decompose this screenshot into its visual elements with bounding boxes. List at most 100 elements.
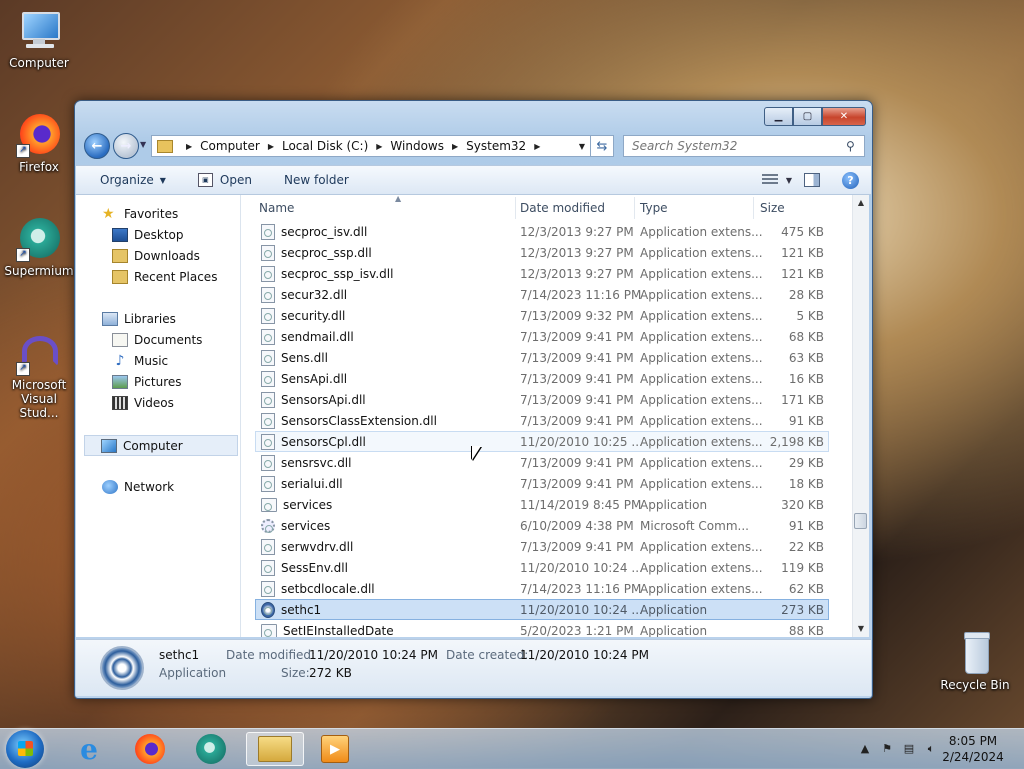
scrollbar-thumb[interactable] xyxy=(854,513,867,529)
address-dropdown[interactable]: ▼ xyxy=(574,142,590,151)
new-folder-button[interactable]: New folder xyxy=(262,166,359,194)
file-row[interactable]: Sens.dll 7/13/2009 9:41 PM Application ext… xyxy=(255,347,829,368)
nav-network[interactable]: Network xyxy=(102,480,174,494)
crumb-local-disk[interactable]: Local Disk (C:) xyxy=(282,139,368,153)
file-row[interactable]: SensApi.dll 7/13/2009 9:41 PM Application … xyxy=(255,368,829,389)
search-icon[interactable]: ⚲ xyxy=(846,139,855,153)
taskbar-ie[interactable]: e xyxy=(62,732,116,766)
nav-music[interactable]: ♪ Music xyxy=(112,354,169,368)
taskbar-firefox[interactable] xyxy=(123,732,177,766)
column-header-date[interactable]: Date modified xyxy=(520,197,635,219)
maximize-button[interactable]: ▢ xyxy=(793,107,822,126)
organize-button[interactable]: Organize ▼ xyxy=(76,166,176,194)
crumb-system32[interactable]: System32 xyxy=(466,139,526,153)
taskbar-supermium[interactable] xyxy=(184,732,238,766)
volume-muted-icon[interactable]: 🔈︎ xyxy=(924,742,938,756)
preview-pane-button[interactable] xyxy=(804,173,820,187)
desktop-icon-computer[interactable]: Computer xyxy=(2,8,76,70)
file-row[interactable]: SessEnv.dll 11/20/2010 10:24 ... Applicati… xyxy=(255,557,829,578)
details-size-value: 272 KB xyxy=(309,666,352,680)
chevron-right-icon[interactable]: ▶ xyxy=(452,142,458,151)
address-bar[interactable]: ▶ Computer ▶ Local Disk (C:) ▶ Windows ▶… xyxy=(151,135,591,157)
nav-pictures[interactable]: Pictures xyxy=(112,375,182,389)
open-button[interactable]: ▣ Open xyxy=(176,166,262,194)
column-header-type[interactable]: Type xyxy=(640,197,755,219)
file-row[interactable]: secur32.dll 7/14/2023 11:16 PM Application… xyxy=(255,284,829,305)
file-row[interactable]: sensrsvc.dll 7/13/2009 9:41 PM Application… xyxy=(255,452,829,473)
chevron-right-icon[interactable]: ▶ xyxy=(376,142,382,151)
file-row[interactable]: services 11/14/2019 8:45 PM Application 320… xyxy=(255,494,829,515)
column-divider[interactable] xyxy=(515,197,516,219)
desktop-icon-visual-studio[interactable]: ↗ Microsoft Visual Stud... xyxy=(2,330,76,420)
column-divider[interactable] xyxy=(634,197,635,219)
scroll-down-icon[interactable]: ▼ xyxy=(853,621,869,637)
network-status-icon[interactable]: ▤ xyxy=(902,742,916,756)
close-button[interactable]: ✕ xyxy=(822,107,866,126)
nav-documents[interactable]: Documents xyxy=(112,333,202,347)
file-explorer-icon xyxy=(258,736,292,762)
desktop-icon-label: Visual Stud... xyxy=(19,392,59,420)
file-row[interactable]: services 6/10/2009 4:38 PM Microsoft Comm.… xyxy=(255,515,829,536)
open-label: Open xyxy=(219,173,252,187)
file-row[interactable]: security.dll 7/13/2009 9:32 PM Application… xyxy=(255,305,829,326)
file-size: 320 KB xyxy=(781,497,824,512)
nav-recent-places[interactable]: Recent Places xyxy=(112,270,217,284)
minimize-button[interactable]: ▁ xyxy=(764,107,793,126)
column-divider[interactable] xyxy=(753,197,754,219)
vertical-scrollbar[interactable]: ▲ ▼ xyxy=(852,195,869,637)
nav-desktop[interactable]: Desktop xyxy=(112,228,184,242)
file-row[interactable]: sendmail.dll 7/13/2009 9:41 PM Application… xyxy=(255,326,829,347)
file-row[interactable]: SensorsApi.dll 7/13/2009 9:41 PM Applicati… xyxy=(255,389,829,410)
file-row[interactable]: SetIEInstalledDate 5/20/2023 1:21 PM Appli… xyxy=(255,620,829,637)
file-type: Application extens... xyxy=(640,434,763,449)
recent-pages-dropdown[interactable]: ▼ xyxy=(140,140,146,149)
nav-videos[interactable]: Videos xyxy=(112,396,174,410)
file-name-cell: SensApi.dll xyxy=(261,370,347,387)
chevron-right-icon[interactable]: ▶ xyxy=(534,142,540,151)
back-button[interactable]: ← xyxy=(84,133,110,159)
file-row[interactable]: serialui.dll 7/13/2009 9:41 PM Application… xyxy=(255,473,829,494)
file-date: 7/13/2009 9:41 PM xyxy=(520,392,634,407)
nav-libraries[interactable]: Libraries xyxy=(102,312,176,326)
crumb-computer[interactable]: Computer xyxy=(200,139,260,153)
organize-label: Organize xyxy=(100,173,154,187)
nav-downloads[interactable]: Downloads xyxy=(112,249,200,263)
desktop-icon-supermium[interactable]: ↗ Supermium xyxy=(2,216,76,278)
desktop-icon-label: Firefox xyxy=(19,160,59,174)
column-header-name[interactable]: ▲ Name xyxy=(259,195,514,219)
taskbar-media-player[interactable]: ▶ xyxy=(308,732,362,766)
shortcut-arrow-icon: ↗ xyxy=(16,144,30,158)
desktop-icon-recycle-bin[interactable]: Recycle Bin xyxy=(938,630,1012,692)
nav-favorites[interactable]: ★ Favorites xyxy=(102,207,178,221)
forward-button[interactable]: → xyxy=(113,133,139,159)
chevron-down-icon[interactable]: ▼ xyxy=(786,176,792,185)
action-center-flag-icon[interactable]: ⚑ xyxy=(880,742,894,756)
taskbar-explorer[interactable] xyxy=(246,732,304,766)
file-size: 5 KB xyxy=(796,308,824,323)
file-row[interactable]: setbcdlocale.dll 7/14/2023 11:16 PM Applic… xyxy=(255,578,829,599)
search-input[interactable] xyxy=(630,138,846,154)
file-row[interactable]: secproc_isv.dll 12/3/2013 9:27 PM Applicat… xyxy=(255,221,829,242)
file-row[interactable]: secproc_ssp_isv.dll 12/3/2013 9:27 PM Appl… xyxy=(255,263,829,284)
column-header-size[interactable]: Size xyxy=(760,197,830,219)
nav-computer[interactable]: Computer xyxy=(84,435,238,456)
start-button[interactable] xyxy=(6,730,44,768)
show-hidden-icons-icon[interactable]: ▲ xyxy=(858,742,872,756)
scroll-up-icon[interactable]: ▲ xyxy=(853,195,869,211)
file-row[interactable]: SensorsCpl.dll 11/20/2010 10:25 ... Applic… xyxy=(255,431,829,452)
file-row[interactable]: serwvdrv.dll 7/13/2009 9:41 PM Application… xyxy=(255,536,829,557)
file-date: 7/13/2009 9:41 PM xyxy=(520,371,634,386)
clock[interactable]: 8:05 PM 2/24/2024 xyxy=(942,733,1004,765)
chevron-right-icon[interactable]: ▶ xyxy=(186,142,192,151)
file-row[interactable]: sethc1 11/20/2010 10:24 ... Application 273… xyxy=(255,599,829,620)
crumb-windows[interactable]: Windows xyxy=(390,139,444,153)
chevron-right-icon[interactable]: ▶ xyxy=(268,142,274,151)
internet-explorer-icon: e xyxy=(80,732,98,766)
file-row[interactable]: secproc_ssp.dll 12/3/2013 9:27 PM Applicat… xyxy=(255,242,829,263)
file-name-cell: SensorsClassExtension.dll xyxy=(261,412,437,429)
help-icon[interactable]: ? xyxy=(842,171,859,189)
change-view-icon[interactable] xyxy=(761,174,778,186)
file-row[interactable]: SensorsClassExtension.dll 7/13/2009 9:41 … xyxy=(255,410,829,431)
desktop-icon-firefox[interactable]: ↗ Firefox xyxy=(2,112,76,174)
refresh-button[interactable]: ⇆ xyxy=(590,135,614,157)
